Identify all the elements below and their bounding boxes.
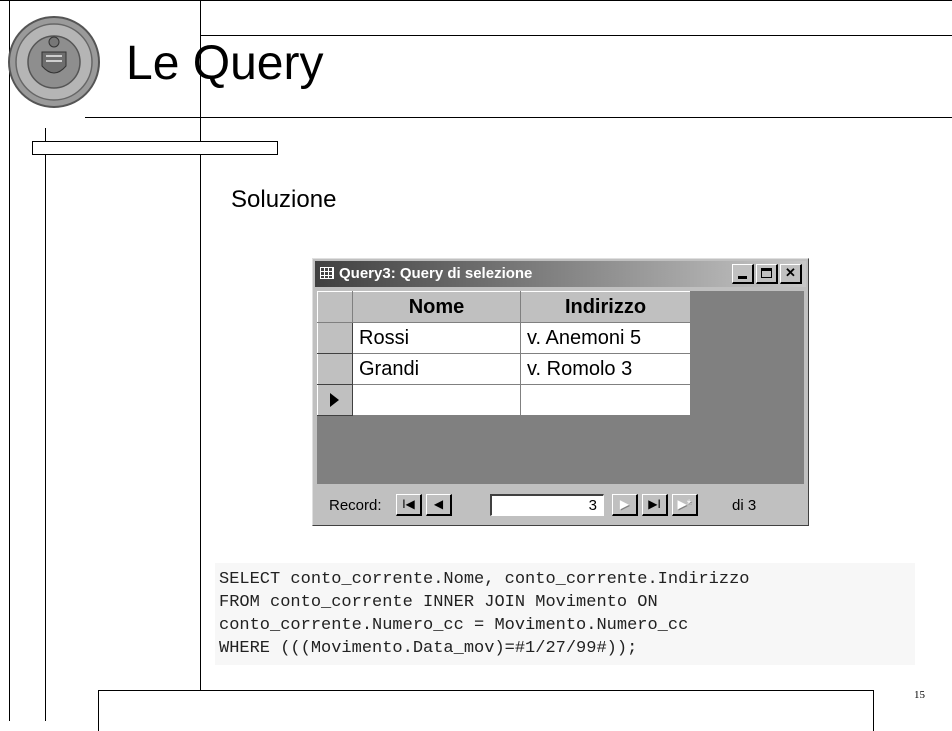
sql-code-block: SELECT conto_corrente.Nome, conto_corren… [215,563,915,665]
cell-nome[interactable]: Grandi [352,353,521,385]
frame-left-inner [45,128,46,721]
record-label: Record: [329,497,382,514]
select-all-cell[interactable] [317,291,353,323]
window-title: Query3: Query di selezione [339,265,533,282]
cell-nome[interactable]: Rossi [352,322,521,354]
frame-title-top-rule [200,35,952,36]
frame-top-vertical [200,0,201,721]
results-table: Nome Indirizzo Rossi v. Anemoni 5 Grandi… [317,291,691,416]
column-header-nome[interactable]: Nome [352,291,521,323]
cell-indirizzo[interactable]: v. Anemoni 5 [520,322,691,354]
previous-record-button[interactable]: ◀ [426,494,452,516]
frame-top-horizontal [0,0,952,1]
frame-title-rule [85,117,952,118]
current-record-arrow-icon [330,393,339,407]
table-header-row: Nome Indirizzo [317,291,691,323]
row-selector[interactable] [317,353,353,385]
slide-title: Le Query [126,37,324,90]
table-row: Grandi v. Romolo 3 [317,353,691,385]
university-seal-logo [8,16,100,108]
record-total: di 3 [732,497,757,514]
query-result-window: Query3: Query di selezione ✕ Nome Indiri… [312,258,809,526]
cell-nome[interactable] [352,384,521,416]
current-record-field[interactable]: 3 [490,494,604,516]
slide-subtitle: Soluzione [231,186,337,213]
last-record-button[interactable]: ▶I [642,494,668,516]
sql-line: conto_corrente.Numero_cc = Movimento.Num… [219,616,689,635]
datasheet-icon [320,267,334,279]
minimize-button[interactable] [732,264,754,284]
page-number: 15 [914,689,925,701]
next-record-button[interactable]: ▶ [612,494,638,516]
row-selector[interactable] [317,322,353,354]
table-row-new [317,384,691,416]
window-titlebar[interactable]: Query3: Query di selezione ✕ [315,261,806,287]
table-row: Rossi v. Anemoni 5 [317,322,691,354]
cell-indirizzo[interactable]: v. Romolo 3 [520,353,691,385]
close-button[interactable]: ✕ [780,264,802,284]
row-selector-current[interactable] [317,384,353,416]
record-navigation-bar: Record: I◀ ◀ 3 ▶ ▶I ▶* di 3 [317,491,804,521]
first-record-button[interactable]: I◀ [396,494,422,516]
maximize-button[interactable] [756,264,778,284]
frame-short-bar [32,141,278,155]
frame-bottom-bar [98,690,874,731]
new-record-button[interactable]: ▶* [672,494,698,516]
sql-line: SELECT conto_corrente.Nome, conto_corren… [219,570,750,589]
cell-indirizzo[interactable] [520,384,691,416]
sql-line: FROM conto_corrente INNER JOIN Movimento… [219,593,658,612]
sql-line: WHERE (((Movimento.Data_mov)=#1/27/99#))… [219,639,638,658]
column-header-indirizzo[interactable]: Indirizzo [520,291,691,323]
datasheet-grid: Nome Indirizzo Rossi v. Anemoni 5 Grandi… [317,291,804,484]
